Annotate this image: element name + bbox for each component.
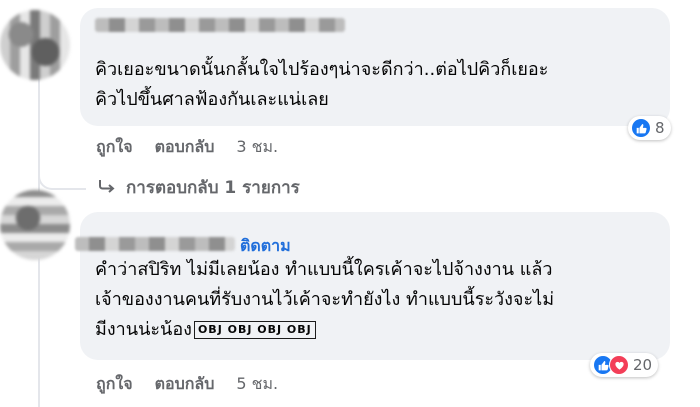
author-name-blurred[interactable] [95,18,345,32]
reply-arrow-icon [98,178,116,198]
reaction-summary[interactable]: 20 [590,353,659,377]
comment-text-line: คิวเยอะขนาดนั้นกลั้นใจไปร้องๆน่าจะดีกว่า… [95,59,549,80]
comment-text-line: คำว่าสปิริท ไม่มีเลยน้อง ทำแบบนี้ใครเค้า… [95,259,553,280]
comment-actions: ถูกใจ ตอบกลับ 5 ชม. [96,372,278,397]
comment-text: คำว่าสปิริท ไม่มีเลยน้อง ทำแบบนี้ใครเค้า… [95,255,554,345]
comment-text-line-with-emoji: มีงานน่ะน้อง OBJ OBJ OBJ OBJ [95,315,554,345]
comment-text-segment: มีงานน่ะน้อง [95,319,192,340]
view-replies-link[interactable]: การตอบกลับ 1 รายการ [98,174,300,201]
like-button[interactable]: ถูกใจ [96,135,133,160]
reaction-count: 20 [633,356,653,374]
reaction-count: 8 [655,119,665,137]
like-icon [631,118,651,138]
avatar[interactable] [0,190,70,260]
reaction-summary[interactable]: 8 [628,116,671,140]
timestamp[interactable]: 3 ชม. [236,135,278,160]
comment-actions: ถูกใจ ตอบกลับ 3 ชม. [96,135,278,160]
like-button[interactable]: ถูกใจ [96,372,133,397]
author-name-blurred[interactable] [75,237,235,251]
love-icon [609,355,629,375]
view-replies-label: การตอบกลับ 1 รายการ [126,178,300,198]
comment-text-line: เจ้าของงานคนที่รับงานไว้เค้าจะทำยังไง ทำ… [95,289,555,310]
avatar[interactable] [0,10,70,80]
comment-text-line: คิวไปขึ้นศาลฟ้องกันเละแน่เลย [95,89,329,110]
reply-button[interactable]: ตอบกลับ [155,372,215,397]
reply-button[interactable]: ตอบกลับ [155,135,215,160]
comment-text: คิวเยอะขนาดนั้นกลั้นใจไปร้องๆน่าจะดีกว่า… [95,55,548,115]
timestamp[interactable]: 5 ชม. [236,372,278,397]
reply-branch-line [38,140,86,190]
emoji-glyphs: OBJ OBJ OBJ OBJ [193,321,316,339]
